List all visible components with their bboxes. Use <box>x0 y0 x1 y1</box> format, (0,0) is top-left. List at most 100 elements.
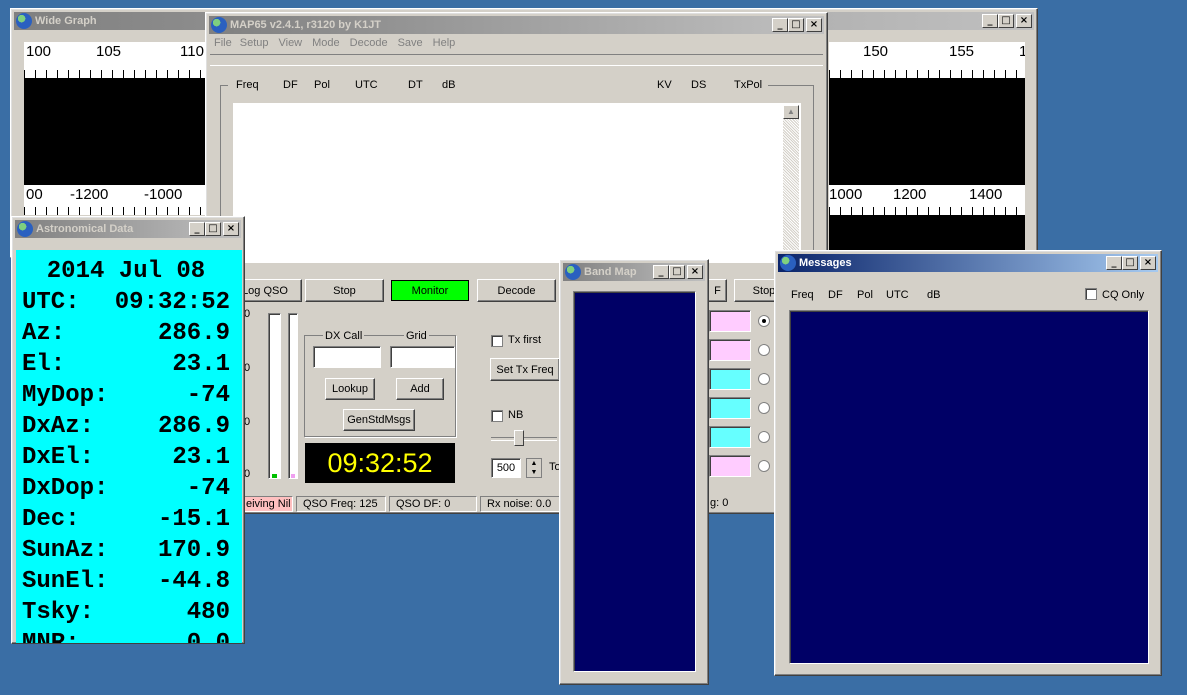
close-icon[interactable]: × <box>1140 256 1156 270</box>
status-receiving: eiving Nil <box>239 496 293 512</box>
astro-key: UTC: <box>22 289 80 316</box>
menu-mode[interactable]: Mode <box>312 37 340 53</box>
tx-msg-5[interactable] <box>709 426 751 448</box>
maximize-icon[interactable]: □ <box>998 14 1014 28</box>
tx-msg-2[interactable] <box>709 339 751 361</box>
tx-radio-1[interactable] <box>758 315 770 327</box>
tx-msg-3[interactable] <box>709 368 751 390</box>
nb-slider-thumb[interactable] <box>514 430 524 446</box>
scale-label: 1000 <box>829 186 863 203</box>
tol-spin-buttons[interactable]: ▲ ▼ <box>526 458 542 478</box>
app-globe-icon <box>565 264 581 280</box>
msg-col-pol: Pol <box>857 289 873 301</box>
scale-label: 110 <box>180 43 204 60</box>
decoded-text-area[interactable] <box>233 103 801 263</box>
minimize-icon[interactable]: _ <box>189 222 205 236</box>
tx-radio-5[interactable] <box>758 431 770 443</box>
decoded-scrollbar[interactable]: ▲ <box>783 105 799 263</box>
astro-row: Tsky: 480 <box>22 599 230 626</box>
maximize-icon[interactable]: □ <box>1122 256 1138 270</box>
tx-radio-6[interactable] <box>758 460 770 472</box>
menu-setup[interactable]: Setup <box>240 37 269 53</box>
cq-only-label: CQ Only <box>1102 289 1145 301</box>
tx-msg-4[interactable] <box>709 397 751 419</box>
close-icon[interactable]: × <box>687 265 703 279</box>
spin-down-icon[interactable]: ▼ <box>527 468 541 477</box>
menu-view[interactable]: View <box>278 37 302 53</box>
astro-window: Astronomical Data _ □ × 2014 Jul 08 UTC:… <box>11 216 245 644</box>
scale-label: 105 <box>96 43 122 60</box>
band-map-display[interactable] <box>573 291 696 672</box>
add-button[interactable]: Add <box>396 378 444 400</box>
grid-label: Grid <box>404 330 429 342</box>
spin-up-icon[interactable]: ▲ <box>527 459 541 468</box>
menu-decode[interactable]: Decode <box>350 37 388 53</box>
scale-label: 00 <box>26 186 43 203</box>
wide-graph-waterfall-right[interactable] <box>829 78 1025 185</box>
scroll-up-icon[interactable]: ▲ <box>783 105 799 119</box>
gen-std-msgs-button[interactable]: GenStdMsgs <box>343 409 415 431</box>
astro-titlebar[interactable]: Astronomical Data _ □ × <box>15 220 241 238</box>
minimize-icon[interactable]: _ <box>772 18 788 32</box>
astro-value: -15.1 <box>157 506 230 533</box>
tx-radio-4[interactable] <box>758 402 770 414</box>
close-icon[interactable]: × <box>806 18 822 32</box>
status-tail: g: 0 <box>710 497 729 509</box>
menu-bar: File Setup View Mode Decode Save Help <box>210 37 455 53</box>
cq-only-checkbox[interactable] <box>1085 288 1097 300</box>
astro-row: DxDop: -74 <box>22 475 230 502</box>
set-tx-freq-button[interactable]: Set Tx Freq <box>490 358 560 381</box>
close-icon[interactable]: × <box>223 222 239 236</box>
maximize-icon[interactable]: □ <box>669 265 685 279</box>
astro-row: DxAz: 286.9 <box>22 413 230 440</box>
dx-grid-input[interactable] <box>390 346 455 368</box>
tx-first-checkbox[interactable] <box>491 335 503 347</box>
astro-key: DxDop: <box>22 475 109 502</box>
msg-col-freq: Freq <box>791 289 814 301</box>
minimize-icon[interactable]: _ <box>982 14 998 28</box>
status-rx-noise: Rx noise: 0.0 <box>480 496 564 512</box>
astro-row: SunEl: -44.8 <box>22 568 230 595</box>
menu-help[interactable]: Help <box>433 37 456 53</box>
close-icon[interactable]: × <box>1016 14 1032 28</box>
stop-button[interactable]: Stop <box>305 279 384 302</box>
wide-graph-waterfall-left[interactable] <box>24 78 214 185</box>
messages-display[interactable] <box>789 310 1149 664</box>
messages-titlebar[interactable]: Messages _ □ × <box>778 254 1158 272</box>
wide-graph-waterfall-right-lower[interactable] <box>829 215 1025 251</box>
astro-key: Tsky: <box>22 599 95 626</box>
tx-msg-1[interactable] <box>709 310 751 332</box>
scale-label: 155 <box>949 43 975 60</box>
wide-graph-top-scale-right: 150 155 1 <box>829 42 1025 78</box>
col-freq: Freq <box>236 79 259 91</box>
minimize-icon[interactable]: _ <box>1106 256 1122 270</box>
map65-titlebar[interactable]: MAP65 v2.4.1, r3120 by K1JT _ □ × <box>209 16 824 34</box>
app-globe-icon <box>17 221 33 237</box>
monitor-button[interactable]: Monitor <box>391 280 469 301</box>
nb-label: NB <box>508 409 524 421</box>
erase-button[interactable]: F <box>709 279 727 302</box>
tol-spinbox[interactable]: 500 <box>491 458 521 478</box>
minimize-icon[interactable]: _ <box>653 265 669 279</box>
status-qso-freq: QSO Freq: 125 <box>296 496 386 512</box>
astro-row: DxEl: 23.1 <box>22 444 230 471</box>
decode-button[interactable]: Decode <box>477 279 556 302</box>
maximize-icon[interactable]: □ <box>205 222 221 236</box>
msg-col-df: DF <box>828 289 843 301</box>
tx-radio-2[interactable] <box>758 344 770 356</box>
astro-value: 286.9 <box>157 320 230 347</box>
dx-call-input[interactable] <box>313 346 381 368</box>
col-pol: Pol <box>314 79 330 91</box>
astro-value: 480 <box>186 599 230 626</box>
tx-msg-6[interactable] <box>709 455 751 477</box>
band-map-titlebar[interactable]: Band Map _ □ × <box>563 263 705 281</box>
tx-radio-3[interactable] <box>758 373 770 385</box>
menu-save[interactable]: Save <box>398 37 423 53</box>
lookup-button[interactable]: Lookup <box>325 378 375 400</box>
menu-file[interactable]: File <box>214 37 232 53</box>
nb-slider-track[interactable] <box>491 437 557 441</box>
nb-checkbox[interactable] <box>491 410 503 422</box>
astro-key: DxEl: <box>22 444 95 471</box>
maximize-icon[interactable]: □ <box>788 18 804 32</box>
astro-title: Astronomical Data <box>36 223 134 235</box>
